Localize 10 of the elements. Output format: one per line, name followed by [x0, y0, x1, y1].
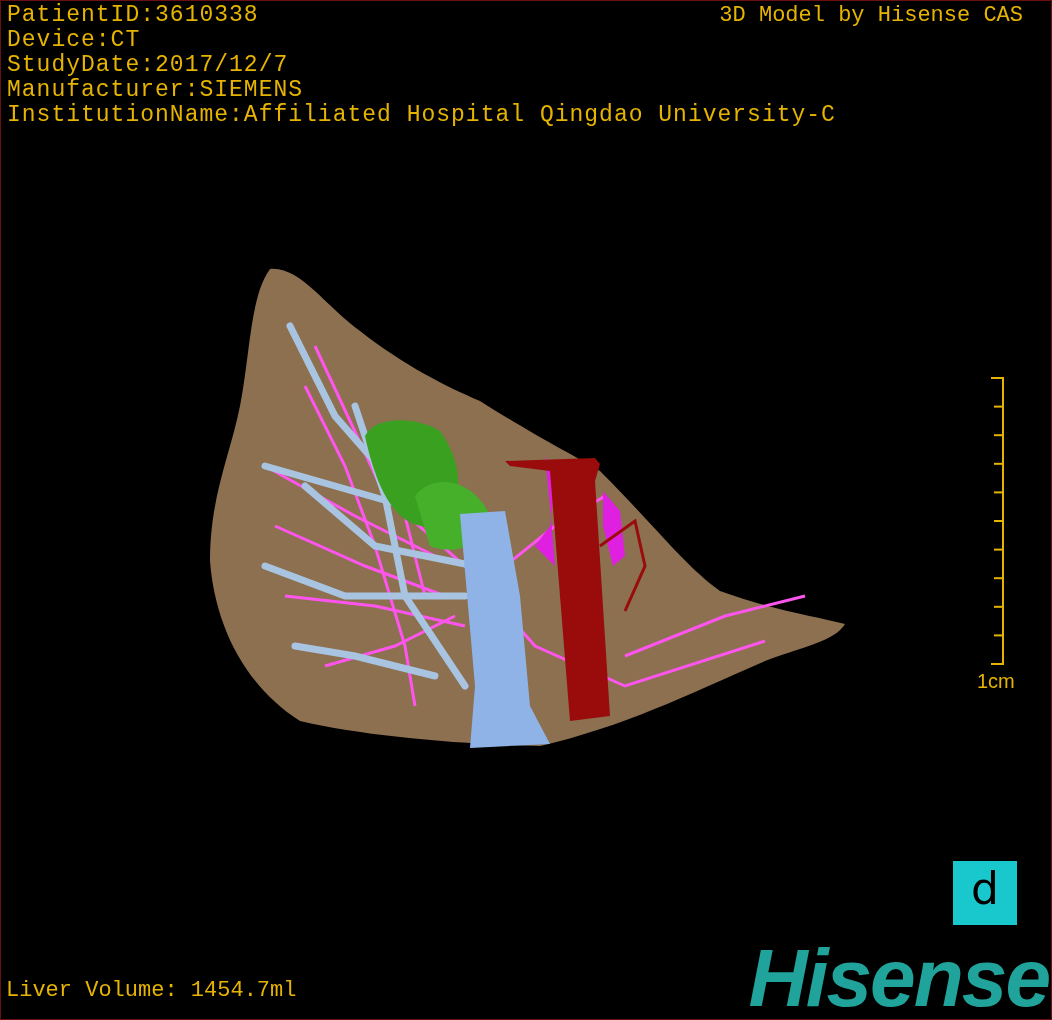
model-title: 3D Model by Hisense CAS: [719, 3, 1023, 28]
study-info-text: PatientID:3610338: [7, 3, 259, 28]
study-info-text: Manufacturer:SIEMENS: [7, 78, 304, 103]
scale-label: 1cm: [977, 669, 1015, 694]
study-info-text: Device:CT: [7, 28, 141, 53]
study-info-text: StudyDate:2017/12/7: [7, 53, 289, 78]
logo: Hisense: [748, 943, 1049, 1013]
view-button[interactable]: d: [953, 861, 1017, 925]
liver-volume-text: Liver Volume: 1454.7ml: [6, 978, 297, 1005]
study-info-text: InstitutionName:Affiliated Hospital Qingdao University-C: [7, 103, 836, 128]
